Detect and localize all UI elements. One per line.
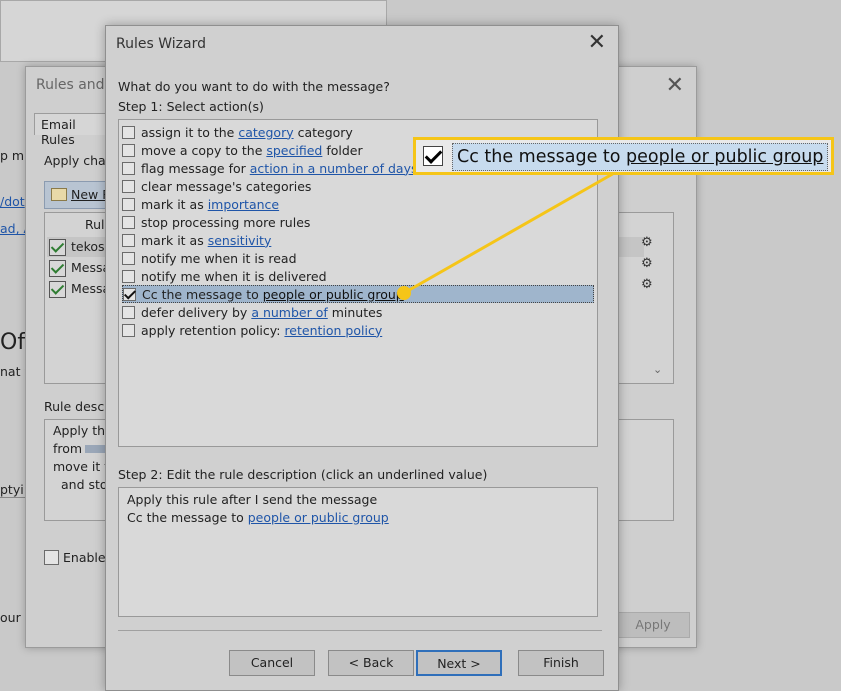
callout-text: Cc the message to people or public group [452,143,829,171]
callout-zoom: Cc the message to people or public group [413,137,834,175]
callout-dot [397,286,411,300]
callout-line [403,170,617,295]
callout-connector [397,170,617,300]
callout-link: people or public group [626,147,824,167]
callout-text-pre: Cc the message to [457,147,627,167]
callout-checkbox [423,146,443,166]
